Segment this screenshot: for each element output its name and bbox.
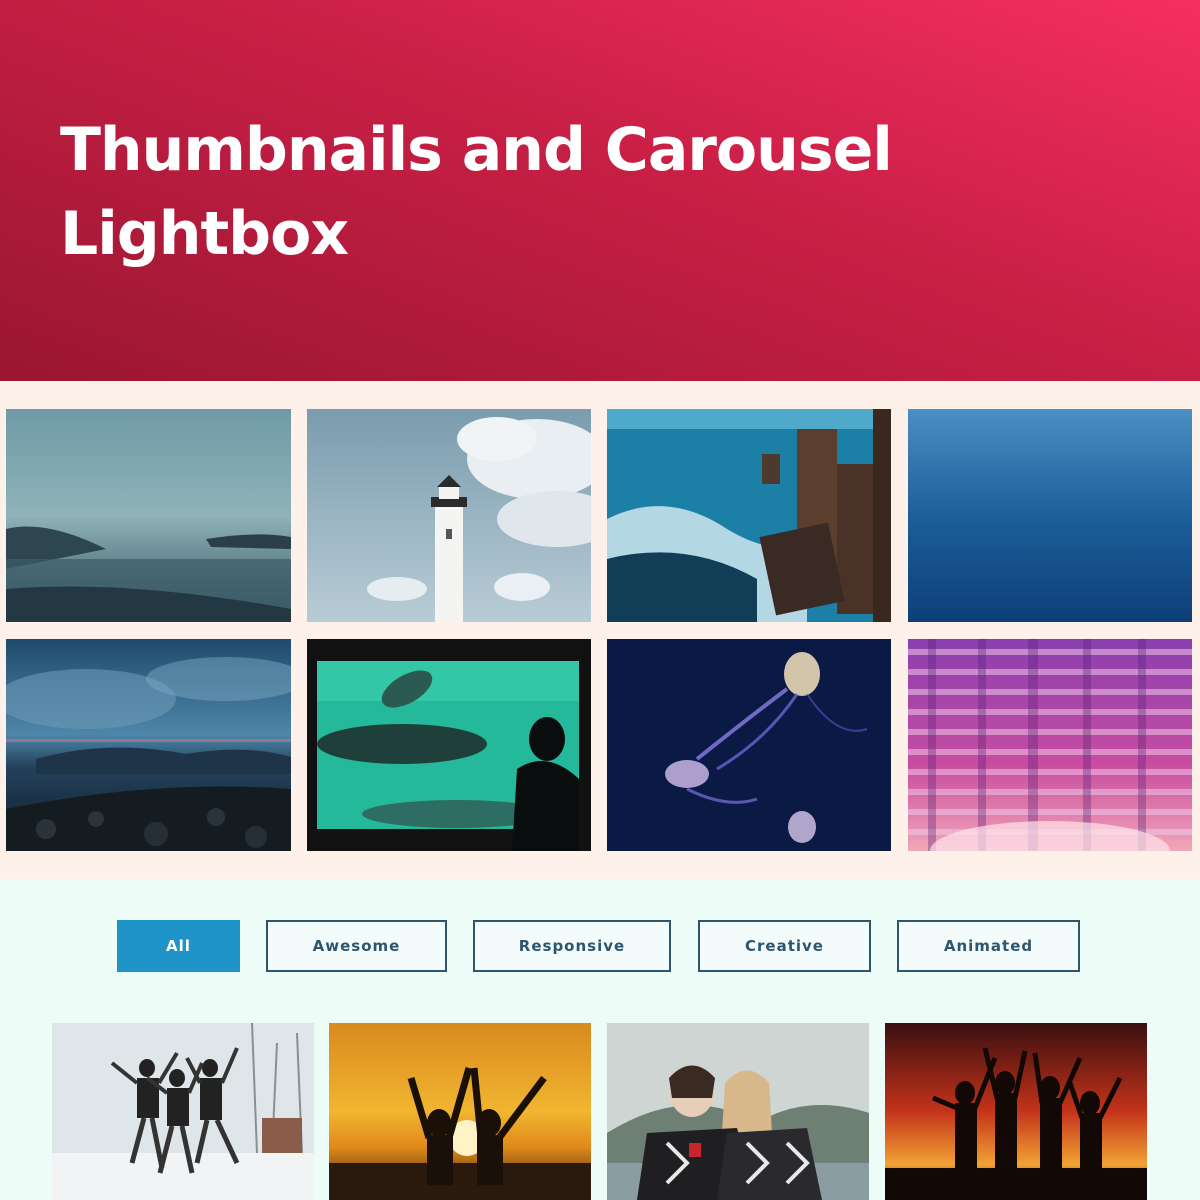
gallery-image-crashing-waves[interactable] — [607, 409, 891, 622]
filter-all-button[interactable]: All — [117, 920, 240, 972]
gallery-image-blue-water[interactable] — [908, 409, 1192, 622]
page-title-line-1: Thumbnails and Carousel — [60, 115, 893, 185]
page-title: Thumbnails and Carousel Lightbox — [60, 108, 1020, 276]
gallery-image-lighthouse[interactable] — [307, 409, 591, 622]
filter-awesome-button[interactable]: Awesome — [266, 920, 447, 972]
filter-animated-button[interactable]: Animated — [897, 920, 1080, 972]
gallery-image-aquarium[interactable] — [307, 639, 591, 851]
thumbnail-sunset-arms[interactable] — [329, 1023, 591, 1200]
thumbnail-sunset-dancers[interactable] — [885, 1023, 1147, 1200]
page-title-line-2: Lightbox — [60, 199, 349, 269]
gallery-image-jellyfish[interactable] — [607, 639, 891, 851]
gallery-image-rocky-shore[interactable] — [6, 639, 291, 851]
hero-banner: Thumbnails and Carousel Lightbox — [0, 0, 1200, 381]
thumbnail-friends-jumping[interactable] — [52, 1023, 314, 1200]
gallery-image-pink-blinds[interactable] — [908, 639, 1192, 851]
gallery-image-misty-lake[interactable] — [6, 409, 291, 622]
filter-creative-button[interactable]: Creative — [698, 920, 871, 972]
filter-responsive-button[interactable]: Responsive — [473, 920, 671, 972]
carousel-gallery — [0, 381, 1200, 879]
thumbnail-two-women-cliffs[interactable] — [607, 1023, 869, 1200]
filter-bar: All Awesome Responsive Creative Animated — [0, 920, 1200, 972]
